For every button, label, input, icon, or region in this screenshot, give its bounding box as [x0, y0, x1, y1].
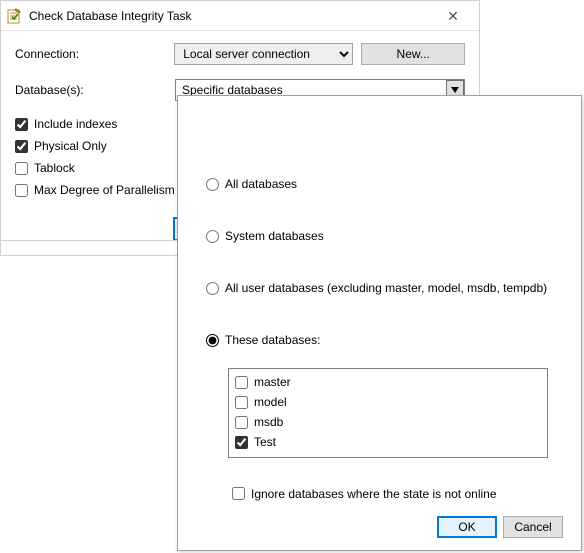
max-dop-label: Max Degree of Parallelism	[34, 181, 175, 199]
db-name: model	[254, 393, 287, 411]
new-connection-button[interactable]: New...	[361, 43, 465, 65]
these-databases-radio[interactable]	[206, 334, 219, 347]
all-databases-radio[interactable]	[206, 178, 219, 191]
task-icon	[7, 8, 23, 24]
ignore-offline-checkbox[interactable]	[232, 487, 245, 500]
all-user-databases-option[interactable]: All user databases (excluding master, mo…	[206, 280, 563, 296]
connection-select[interactable]: Local server connection	[174, 43, 353, 65]
popup-cancel-button[interactable]: Cancel	[503, 516, 563, 538]
connection-label: Connection:	[15, 47, 174, 61]
db-checkbox-msdb[interactable]	[235, 416, 248, 429]
tablock-label: Tablock	[34, 159, 75, 177]
db-checkbox-master[interactable]	[235, 376, 248, 389]
these-databases-label: These databases:	[225, 332, 320, 348]
list-item[interactable]: msdb	[235, 413, 541, 431]
include-indexes-label: Include indexes	[34, 115, 117, 133]
all-user-databases-radio[interactable]	[206, 282, 219, 295]
all-user-databases-label: All user databases (excluding master, mo…	[225, 280, 547, 296]
popup-button-bar: OK Cancel	[206, 516, 563, 538]
database-picker-popup: All databases System databases All user …	[177, 95, 582, 551]
window-title: Check Database Integrity Task	[29, 9, 433, 23]
list-item[interactable]: master	[235, 373, 541, 391]
list-item[interactable]: Test	[235, 433, 541, 451]
connection-row: Connection: Local server connection New.…	[15, 43, 465, 65]
db-name: msdb	[254, 413, 283, 431]
ignore-offline-label: Ignore databases where the state is not …	[251, 487, 497, 501]
list-item[interactable]: model	[235, 393, 541, 411]
all-databases-option[interactable]: All databases	[206, 176, 563, 192]
max-dop-checkbox[interactable]	[15, 184, 28, 197]
physical-only-label: Physical Only	[34, 137, 107, 155]
system-databases-label: System databases	[225, 228, 324, 244]
db-name: master	[254, 373, 291, 391]
system-databases-radio[interactable]	[206, 230, 219, 243]
these-databases-option[interactable]: These databases:	[206, 332, 563, 348]
db-name: Test	[254, 433, 276, 451]
database-listbox[interactable]: master model msdb Test	[228, 368, 548, 458]
all-databases-label: All databases	[225, 176, 297, 192]
ignore-offline-option[interactable]: Ignore databases where the state is not …	[228, 484, 563, 503]
db-checkbox-test[interactable]	[235, 436, 248, 449]
physical-only-checkbox[interactable]	[15, 140, 28, 153]
tablock-checkbox[interactable]	[15, 162, 28, 175]
include-indexes-checkbox[interactable]	[15, 118, 28, 131]
close-button[interactable]: ✕	[433, 1, 473, 31]
system-databases-option[interactable]: System databases	[206, 228, 563, 244]
databases-label: Database(s):	[15, 83, 175, 97]
titlebar: Check Database Integrity Task ✕	[1, 1, 479, 31]
popup-ok-button[interactable]: OK	[437, 516, 497, 538]
db-checkbox-model[interactable]	[235, 396, 248, 409]
